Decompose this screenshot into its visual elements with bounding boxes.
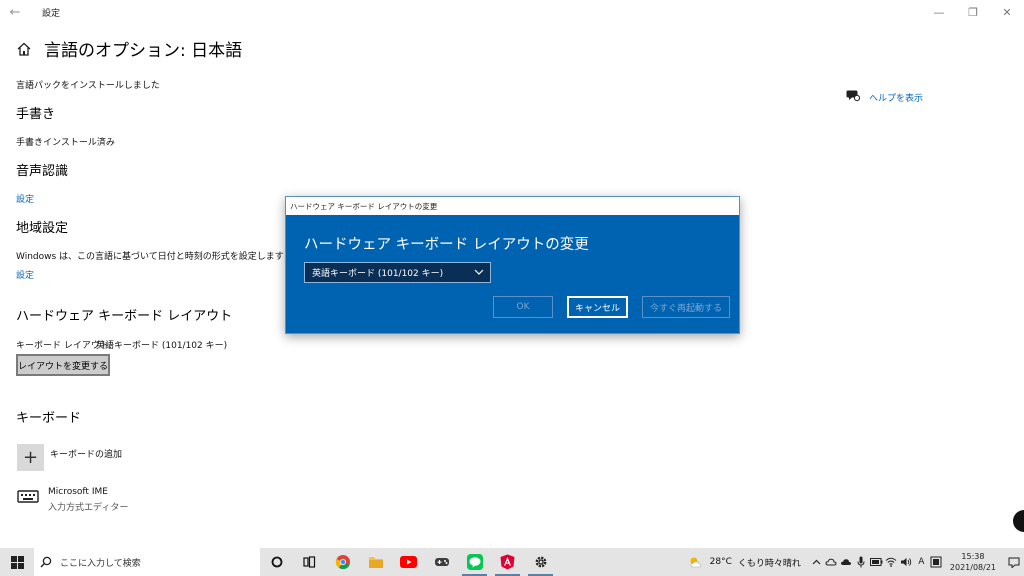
speech-heading: 音声認識 bbox=[16, 164, 69, 179]
windows-logo-icon bbox=[10, 555, 24, 569]
help-chat-icon bbox=[846, 90, 860, 102]
youtube-icon[interactable] bbox=[392, 548, 425, 576]
page-header: 言語のオプション: 日本語 bbox=[16, 36, 242, 61]
chevron-down-icon bbox=[474, 269, 484, 275]
plus-icon: + bbox=[22, 447, 39, 468]
kb-layout-value: 英語キーボード (101/102 キー) bbox=[96, 341, 228, 351]
close-button[interactable]: ✕ bbox=[990, 0, 1024, 24]
game-icon[interactable] bbox=[425, 548, 458, 576]
keyboards-heading: キーボード bbox=[16, 411, 82, 426]
restart-now-button[interactable]: 今すぐ再起動する bbox=[642, 296, 730, 318]
handwriting-status: 手書きインストール済み bbox=[16, 138, 115, 148]
ok-button[interactable]: OK bbox=[493, 296, 553, 318]
clock-date: 2021/08/21 bbox=[949, 563, 996, 572]
speech-settings-link[interactable]: 設定 bbox=[16, 192, 34, 205]
taskbar-search-box[interactable]: ここに入力して検索 bbox=[34, 548, 260, 576]
line-icon[interactable] bbox=[458, 548, 491, 576]
dialog-titlebar: ハードウェア キーボード レイアウトの変更 bbox=[286, 197, 739, 215]
region-heading: 地域設定 bbox=[16, 221, 69, 236]
ime-subtitle: 入力方式エディター bbox=[48, 503, 129, 513]
back-arrow-icon: ← bbox=[9, 4, 21, 20]
clock-time: 15:38 bbox=[961, 552, 985, 561]
search-placeholder: ここに入力して検索 bbox=[60, 558, 141, 569]
angular-icon[interactable] bbox=[491, 548, 524, 576]
handwriting-heading: 手書き bbox=[16, 107, 56, 122]
ime-mode-indicator[interactable]: A bbox=[914, 548, 929, 576]
page-title: 言語のオプション: 日本語 bbox=[44, 41, 243, 61]
cancel-button[interactable]: キャンセル bbox=[567, 296, 628, 318]
show-hidden-icons-icon[interactable] bbox=[809, 548, 824, 576]
taskbar: ここに入力して検索 28°C くもり時々晴れ A 15:38 2021/08/2… bbox=[0, 548, 1024, 576]
help-link[interactable]: ヘルプを表示 bbox=[869, 91, 923, 104]
weather-temp: 28°C bbox=[709, 557, 732, 567]
layout-select[interactable]: 英語キーボード (101/102 キー) bbox=[304, 262, 491, 283]
window-controls: — ❐ ✕ bbox=[922, 0, 1024, 24]
partly-cloudy-icon bbox=[690, 557, 701, 568]
file-explorer-icon[interactable] bbox=[359, 548, 392, 576]
layout-select-value: 英語キーボード (101/102 キー) bbox=[312, 269, 444, 279]
chrome-icon[interactable] bbox=[326, 548, 359, 576]
change-layout-dialog: ハードウェア キーボード レイアウトの変更 ハードウェア キーボード レイアウト… bbox=[285, 196, 740, 334]
hardware-kb-heading: ハードウェア キーボード レイアウト bbox=[16, 309, 233, 324]
change-layout-button[interactable]: レイアウトを変更する bbox=[16, 354, 110, 376]
cloud-icon[interactable] bbox=[824, 548, 839, 576]
volume-icon[interactable] bbox=[899, 548, 914, 576]
ime-status-icon[interactable] bbox=[929, 548, 944, 576]
keyboard-icon bbox=[17, 490, 39, 503]
add-keyboard-label[interactable]: キーボードの追加 bbox=[50, 447, 122, 460]
window-titlebar: ← 設定 — ❐ ✕ bbox=[0, 0, 1024, 24]
add-keyboard-button[interactable]: + bbox=[17, 444, 44, 471]
system-tray: 28°C くもり時々晴れ A 15:38 2021/08/21 bbox=[688, 548, 1024, 576]
weather-text: くもり時々晴れ bbox=[737, 558, 801, 569]
microphone-icon[interactable] bbox=[854, 548, 869, 576]
window-title: 設定 bbox=[42, 8, 61, 19]
search-icon bbox=[40, 556, 52, 568]
lang-pack-status: 言語パックをインストールしました bbox=[16, 81, 160, 91]
home-icon[interactable] bbox=[16, 41, 32, 57]
region-description: Windows は、この言語に基づいて日付と時刻の形式を設定します bbox=[16, 252, 284, 262]
system-clock[interactable]: 15:38 2021/08/21 bbox=[950, 551, 996, 573]
settings-icon[interactable] bbox=[524, 548, 557, 576]
weather-widget[interactable]: 28°C くもり時々晴れ bbox=[688, 555, 801, 569]
ime-name[interactable]: Microsoft IME bbox=[48, 487, 108, 497]
task-view-icon[interactable] bbox=[293, 548, 326, 576]
minimize-button[interactable]: — bbox=[922, 0, 956, 24]
battery-icon[interactable] bbox=[869, 548, 884, 576]
chat-bubble-icon[interactable] bbox=[1013, 510, 1024, 532]
region-settings-link[interactable]: 設定 bbox=[16, 268, 34, 281]
wifi-icon[interactable] bbox=[884, 548, 899, 576]
dialog-heading: ハードウェア キーボード レイアウトの変更 bbox=[304, 237, 589, 253]
notification-icon[interactable] bbox=[1004, 548, 1024, 576]
start-button[interactable] bbox=[0, 548, 34, 576]
onedrive-icon[interactable] bbox=[839, 548, 854, 576]
back-button[interactable]: ← bbox=[0, 0, 30, 24]
cortana-icon[interactable] bbox=[260, 548, 293, 576]
maximize-button[interactable]: ❐ bbox=[956, 0, 990, 24]
